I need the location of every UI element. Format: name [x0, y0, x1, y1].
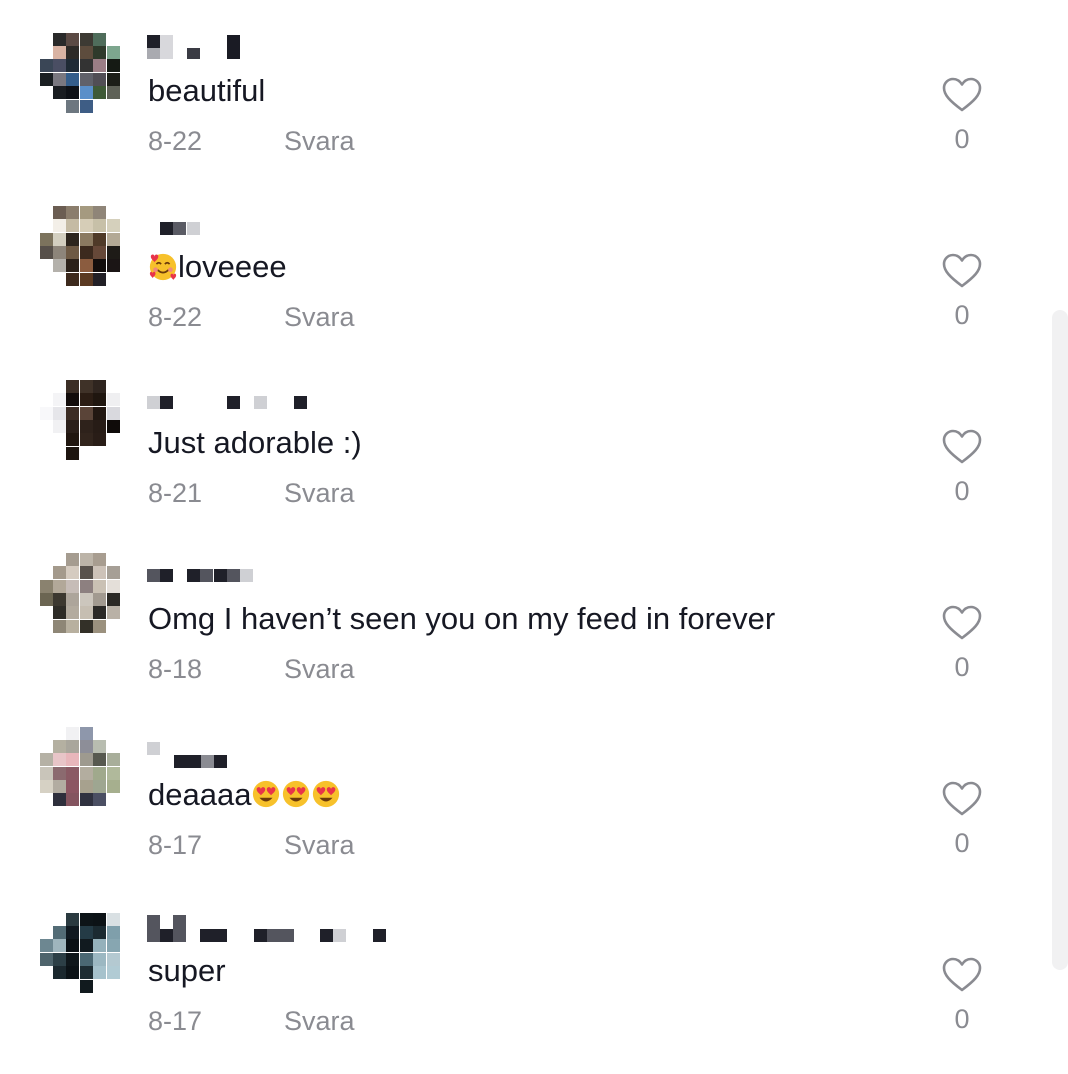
smiling-face-with-hearts-emoji	[149, 253, 177, 281]
like-count: 0	[954, 1004, 970, 1034]
like-button[interactable]: 0	[940, 253, 984, 343]
like-button[interactable]: 0	[940, 77, 984, 167]
comment-text: deaaaa	[148, 777, 341, 813]
comment-item: loveeee 8-22 Svara 0	[0, 206, 1040, 385]
like-button[interactable]: 0	[940, 429, 984, 519]
username-redacted[interactable]	[147, 35, 447, 59]
avatar[interactable]	[40, 913, 121, 994]
comment-text: loveeee	[148, 249, 287, 285]
like-count: 0	[954, 300, 970, 330]
like-count: 0	[954, 476, 970, 506]
username-redacted[interactable]	[147, 739, 447, 768]
username-redacted[interactable]	[147, 915, 447, 942]
comment-text: super	[148, 953, 226, 988]
like-button[interactable]: 0	[940, 781, 984, 871]
comment-text-body: loveeee	[178, 249, 287, 284]
comment-date: 8-22	[148, 302, 203, 332]
comment-item: beautiful 8-22 Svara 0	[0, 33, 1040, 209]
like-button[interactable]: 0	[940, 605, 984, 695]
comment-item: super 8-17 Svara 0	[0, 913, 1040, 1074]
reply-button[interactable]: Svara	[284, 301, 355, 333]
heart-eyes-emoji	[313, 780, 340, 808]
avatar[interactable]	[40, 553, 121, 641]
heart-icon	[942, 429, 982, 464]
like-button[interactable]: 0	[940, 957, 984, 1047]
username-redacted[interactable]	[147, 211, 447, 235]
comment-list: beautiful 8-22 Svara 0 loveeee 8-22 Svar…	[0, 0, 1068, 1074]
heart-icon	[942, 253, 982, 288]
like-count: 0	[954, 828, 970, 858]
heart-icon	[942, 605, 982, 640]
comment-text: beautiful	[148, 73, 266, 108]
reply-button[interactable]: Svara	[284, 1005, 355, 1037]
comment-date: 8-21	[148, 478, 203, 508]
comment-text: Omg I haven’t seen you on my feed in for…	[148, 601, 776, 636]
like-count: 0	[954, 124, 970, 154]
reply-button[interactable]: Svara	[284, 477, 355, 509]
reply-button[interactable]: Svara	[284, 125, 355, 157]
comment-item: Omg I haven’t seen you on my feed in for…	[0, 553, 1040, 737]
comment-date: 8-18	[148, 654, 203, 684]
avatar[interactable]	[40, 206, 121, 289]
comment-item: Just adorable :) 8-21 Svara 0	[0, 380, 1040, 561]
avatar[interactable]	[40, 727, 121, 817]
avatar[interactable]	[40, 33, 121, 114]
comment-date: 8-22	[148, 126, 203, 156]
heart-icon	[942, 781, 982, 816]
username-redacted[interactable]	[147, 563, 447, 585]
heart-icon	[942, 77, 982, 112]
heart-icon	[942, 957, 982, 992]
comment-date: 8-17	[148, 830, 203, 860]
comment-date: 8-17	[148, 1006, 203, 1036]
reply-button[interactable]: Svara	[284, 829, 355, 861]
scrollbar[interactable]	[1052, 310, 1068, 970]
avatar[interactable]	[40, 380, 121, 465]
reply-button[interactable]: Svara	[284, 653, 355, 685]
comment-item: deaaaa 8-17 Svara 0	[0, 727, 1040, 913]
heart-eyes-emoji	[283, 780, 310, 808]
comment-text: Just adorable :)	[148, 425, 362, 460]
comment-text-body: deaaaa	[148, 777, 252, 812]
username-redacted[interactable]	[147, 387, 447, 409]
heart-eyes-emoji	[253, 780, 280, 808]
like-count: 0	[954, 652, 970, 682]
